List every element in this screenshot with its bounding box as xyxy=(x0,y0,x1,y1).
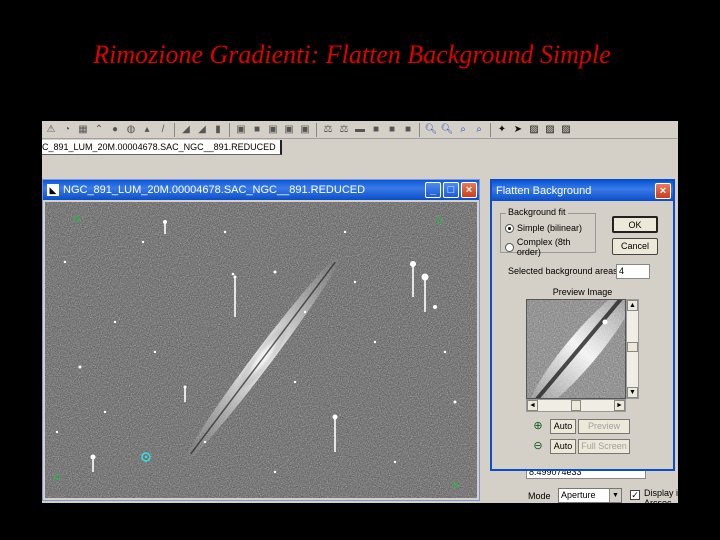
bracket-icon[interactable]: ▣ xyxy=(282,123,296,137)
image-icon[interactable]: ▨ xyxy=(543,123,557,137)
slide-title: Rimozione Gradienti: Flatten Background … xyxy=(93,40,611,69)
scroll-up-icon[interactable]: ▲ xyxy=(627,300,638,311)
dialog-close-button[interactable]: × xyxy=(655,183,671,199)
rect-icon[interactable]: ■ xyxy=(369,123,383,137)
zoom-in-icon[interactable]: 🔍︎ xyxy=(440,123,454,137)
background-fit-group: Background fit Simple (bilinear) Complex… xyxy=(500,207,596,257)
preview-galaxy xyxy=(527,300,625,398)
vertical-scroll-thumb[interactable] xyxy=(627,342,638,352)
close-button[interactable]: × xyxy=(461,182,477,198)
preview-vertical-scrollbar[interactable]: ▲ ▼ xyxy=(626,299,639,399)
radio-complex[interactable]: Complex (8th order) xyxy=(505,237,595,257)
tool-icon[interactable]: ✦ xyxy=(495,123,509,137)
rect-icon[interactable]: ■ xyxy=(401,123,415,137)
preview-horizontal-scrollbar[interactable]: ◄ ► xyxy=(526,399,626,412)
arrow-icon[interactable]: ➤ xyxy=(511,123,525,137)
image-icon[interactable]: ▨ xyxy=(559,123,573,137)
toolbar-separator xyxy=(490,122,491,137)
full-screen-button[interactable]: Full Screen xyxy=(578,439,630,454)
bracket-icon[interactable]: ▣ xyxy=(298,123,312,137)
toolbar: ⚠ ◔ ▦ ⌃ ● ◍ ▴ / ◢ ◢ ▮ ▣ ■ ▣ ▣ ▣ ⚖ ⚖ ▬ ■ ■ ■ 🔍︎ 🔍︎ ⌕ ⌕ ✦ ➤ ▨ ▨ ▨ xyxy=(42,121,678,139)
minimize-button[interactable]: _ xyxy=(425,182,441,198)
scroll-right-icon[interactable]: ► xyxy=(614,400,625,411)
maximize-button[interactable]: □ xyxy=(443,182,459,198)
zoom-icon[interactable]: ⌕ xyxy=(472,123,486,137)
slash-icon[interactable]: / xyxy=(156,123,170,137)
ramp-icon[interactable]: ◢ xyxy=(179,123,193,137)
mode-select-value: Aperture xyxy=(561,490,596,500)
preview-button[interactable]: Preview xyxy=(578,419,630,434)
circle-icon[interactable]: ● xyxy=(108,123,122,137)
display-arcsec-checkbox[interactable]: ✓ xyxy=(630,490,640,500)
balance-icon[interactable]: ⚖ xyxy=(321,123,335,137)
toolbar-separator xyxy=(316,122,317,137)
app-screenshot: ⚠ ◔ ▦ ⌃ ● ◍ ▴ / ◢ ◢ ▮ ▣ ■ ▣ ▣ ▣ ⚖ ⚖ ▬ ■ ■ ■ 🔍︎ 🔍︎ ⌕ ⌕ ✦ ➤ ▨ ▨ ▨ C_891_… xyxy=(42,121,678,503)
background-fit-label: Background fit xyxy=(506,207,568,217)
bars-icon[interactable]: ▮ xyxy=(211,123,225,137)
dialog-titlebar[interactable]: Flatten Background × xyxy=(492,181,673,201)
mode-label: Mode xyxy=(528,491,551,501)
rect-icon[interactable]: ■ xyxy=(385,123,399,137)
warning-icon[interactable]: ⚠ xyxy=(44,123,58,137)
bracket-icon[interactable]: ▣ xyxy=(266,123,280,137)
radio-simple-label: Simple (bilinear) xyxy=(517,223,583,233)
radio-checked-icon[interactable] xyxy=(505,223,514,233)
ramp-icon[interactable]: ◢ xyxy=(195,123,209,137)
image-window[interactable]: ◣ NGC_891_LUM_20M.00004678.SAC_NGC__891.… xyxy=(42,179,480,501)
image-icon[interactable]: ▨ xyxy=(527,123,541,137)
mode-select[interactable]: Aperture ▼ xyxy=(558,488,622,503)
balance-icon[interactable]: ⚖ xyxy=(337,123,351,137)
areas-input[interactable]: 4 xyxy=(616,264,650,279)
zoom-icon[interactable]: ⌕ xyxy=(456,123,470,137)
ok-button[interactable]: OK xyxy=(612,216,658,233)
chart-icon[interactable]: ▴ xyxy=(140,123,154,137)
cancel-button[interactable]: Cancel xyxy=(612,238,658,255)
galaxy-image xyxy=(45,202,477,498)
scroll-down-icon[interactable]: ▼ xyxy=(627,387,638,398)
pie-icon[interactable]: ◔ xyxy=(60,123,74,137)
preview-label: Preview Image xyxy=(552,287,613,297)
image-window-titlebar[interactable]: ◣ NGC_891_LUM_20M.00004678.SAC_NGC__891.… xyxy=(43,180,479,200)
flatten-background-dialog[interactable]: Flatten Background × Background fit Simp… xyxy=(490,179,675,471)
scroll-left-icon[interactable]: ◄ xyxy=(527,400,538,411)
display-arcsec-label: Display in Arcsec xyxy=(644,488,678,503)
dialog-title: Flatten Background xyxy=(496,185,592,197)
horizontal-scroll-thumb[interactable] xyxy=(571,400,581,411)
toolbar-separator xyxy=(174,122,175,137)
grid-icon[interactable]: ▦ xyxy=(76,123,90,137)
zoom-in-icon[interactable]: ⊕ xyxy=(530,419,546,434)
astro-image-canvas[interactable] xyxy=(45,202,477,498)
toolbar-separator xyxy=(229,122,230,137)
chevron-down-icon[interactable]: ▼ xyxy=(609,489,621,502)
radio-complex-label: Complex (8th order) xyxy=(516,237,571,257)
chevron-up-icon[interactable]: ⌃ xyxy=(92,123,106,137)
auto-button-2[interactable]: Auto xyxy=(550,439,576,454)
image-window-title: NGC_891_LUM_20M.00004678.SAC_NGC__891.RE… xyxy=(63,184,366,196)
auto-button-1[interactable]: Auto xyxy=(550,419,576,434)
document-tab-row: C_891_LUM_20M.00004678.SAC_NGC__891.REDU… xyxy=(42,140,678,156)
document-tab[interactable]: C_891_LUM_20M.00004678.SAC_NGC__891.REDU… xyxy=(42,140,282,155)
globe-icon[interactable]: ◍ xyxy=(124,123,138,137)
toolbar-separator xyxy=(419,122,420,137)
zoom-out-icon[interactable]: ⊖ xyxy=(530,439,546,454)
zoom-in-icon[interactable]: 🔍︎ xyxy=(424,123,438,137)
rect-icon[interactable]: ■ xyxy=(250,123,264,137)
minus-icon[interactable]: ▬ xyxy=(353,123,367,137)
radio-unchecked-icon[interactable] xyxy=(505,242,514,252)
radio-simple[interactable]: Simple (bilinear) xyxy=(505,223,582,233)
areas-label: Selected background areas xyxy=(508,266,618,276)
preview-image xyxy=(526,299,626,399)
app-icon: ◣ xyxy=(47,184,59,196)
bracket-icon[interactable]: ▣ xyxy=(234,123,248,137)
